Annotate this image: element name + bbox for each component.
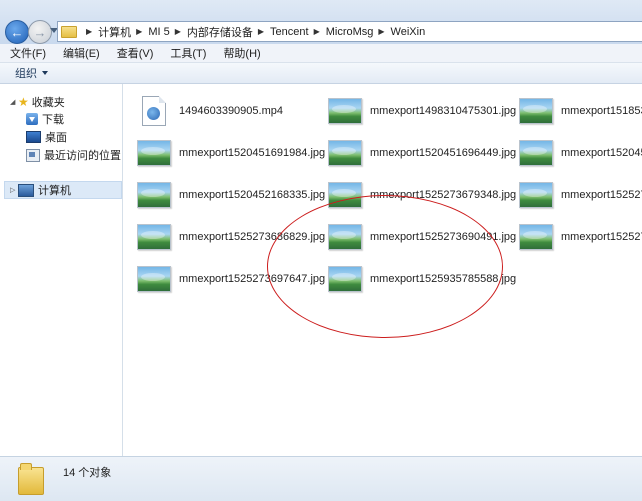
arrow-left-icon: ← (10, 24, 24, 40)
file-item[interactable]: mmexport15185315 (519, 93, 642, 129)
file-item[interactable]: mmexport1498310475301.jpg (328, 93, 516, 129)
folder-icon (18, 463, 44, 495)
image-thumbnail-icon (519, 182, 553, 208)
chevron-right-icon[interactable]: ▶ (314, 27, 320, 36)
computer-icon (18, 183, 34, 197)
chevron-right-icon[interactable]: ▶ (136, 27, 142, 36)
image-thumbnail-icon (328, 140, 362, 166)
expand-arrow-icon[interactable]: ▷ (10, 186, 18, 194)
back-button[interactable]: ← (5, 20, 29, 44)
file-name: mmexport1498310475301.jpg (370, 105, 517, 117)
organize-label: 组织 (15, 68, 37, 80)
image-thumbnail-icon (137, 140, 171, 166)
file-item[interactable]: mmexport1520452168335.jpg (137, 177, 325, 213)
image-thumbnail-icon (519, 140, 553, 166)
image-thumbnail-icon (328, 98, 362, 124)
tree-computer[interactable]: ▷ 计算机 (10, 182, 71, 198)
menu-view[interactable]: 查看(V) (107, 45, 161, 61)
image-thumbnail-icon (519, 224, 553, 250)
file-item[interactable]: mmexport1525273 (519, 177, 642, 213)
breadcrumb-weixin[interactable]: WeiXin (391, 26, 426, 38)
star-icon: ★ (18, 95, 29, 109)
file-name: mmexport1520451691984.jpg (179, 147, 326, 159)
command-bar: 组织 (0, 63, 642, 84)
tree-recent-label: 最近访问的位置 (44, 150, 121, 162)
breadcrumb-tencent[interactable]: Tencent (270, 26, 309, 38)
annotation-circle (267, 195, 503, 338)
chevron-right-icon[interactable]: ▶ (258, 27, 264, 36)
breadcrumb-mi5[interactable]: MI 5 (148, 26, 169, 38)
file-item[interactable]: 1494603390905.mp4 (137, 93, 283, 129)
expand-arrow-icon[interactable]: ◢ (10, 98, 18, 106)
tree-recent-places[interactable]: 最近访问的位置 (26, 147, 121, 163)
chevron-right-icon[interactable]: ▶ (175, 27, 181, 36)
desktop-icon (26, 131, 41, 143)
tree-desktop[interactable]: 桌面 (26, 129, 67, 145)
file-name: mmexport1520451696449.jpg (370, 147, 517, 159)
image-thumbnail-icon (519, 98, 553, 124)
file-name: mmexport1520452168335.jpg (179, 189, 326, 201)
file-name: mmexport1525273 (561, 231, 642, 243)
tree-downloads-label: 下载 (42, 114, 64, 126)
menu-tools[interactable]: 工具(T) (160, 45, 213, 61)
address-box[interactable]: ▶ 计算机 ▶ MI 5 ▶ 内部存储设备 ▶ Tencent ▶ MicroM… (57, 21, 642, 42)
organize-button[interactable]: 组织 (15, 65, 48, 81)
chevron-down-icon (42, 71, 48, 75)
image-thumbnail-icon (137, 182, 171, 208)
tree-downloads[interactable]: 下载 (26, 111, 64, 127)
recent-places-icon (26, 148, 40, 162)
explorer-window: ← → ▶ 计算机 ▶ MI 5 ▶ 内部存储设备 ▶ Tencent ▶ Mi… (0, 0, 642, 501)
menu-help[interactable]: 帮助(H) (213, 45, 267, 61)
navigation-pane: ◢ ★ 收藏夹 下载 桌面 最近访问的位置 ▷ 计算机 (0, 84, 123, 456)
arrow-right-icon: → (33, 24, 47, 40)
file-name: mmexport15185315 (561, 105, 642, 117)
tree-computer-label: 计算机 (38, 185, 71, 197)
file-item[interactable]: mmexport1520451696449.jpg (328, 135, 516, 171)
breadcrumb-computer[interactable]: 计算机 (98, 24, 131, 40)
chevron-right-icon[interactable]: ▶ (86, 27, 92, 36)
video-file-icon (142, 96, 166, 126)
breadcrumb-internal-storage[interactable]: 内部存储设备 (187, 24, 253, 40)
address-bar-row: ← → ▶ 计算机 ▶ MI 5 ▶ 内部存储设备 ▶ Tencent ▶ Mi… (0, 0, 642, 44)
file-name: mmexport1525273 (561, 189, 642, 201)
menu-file[interactable]: 文件(F) (0, 45, 53, 61)
menu-bar: 文件(F) 编辑(E) 查看(V) 工具(T) 帮助(H) (0, 44, 642, 63)
file-name: mmexport1520451 (561, 147, 642, 159)
file-name: 1494603390905.mp4 (179, 105, 283, 117)
status-bar: 14 个对象 (0, 456, 642, 501)
file-item[interactable]: mmexport1525273 (519, 219, 642, 255)
folder-icon (61, 25, 77, 38)
tree-favorites-label: 收藏夹 (31, 97, 65, 109)
item-count: 14 个对象 (63, 467, 112, 479)
tree-favorites[interactable]: ◢ ★ 收藏夹 (10, 94, 65, 110)
breadcrumb-micromsg[interactable]: MicroMsg (326, 26, 374, 38)
image-thumbnail-icon (137, 224, 171, 250)
forward-button[interactable]: → (28, 20, 52, 44)
chevron-right-icon[interactable]: ▶ (378, 27, 384, 36)
tree-desktop-label: 桌面 (45, 132, 67, 144)
file-item[interactable]: mmexport1520451 (519, 135, 642, 171)
file-item[interactable]: mmexport1520451691984.jpg (137, 135, 325, 171)
menu-edit[interactable]: 编辑(E) (53, 45, 107, 61)
image-thumbnail-icon (137, 266, 171, 292)
download-icon (26, 113, 38, 125)
